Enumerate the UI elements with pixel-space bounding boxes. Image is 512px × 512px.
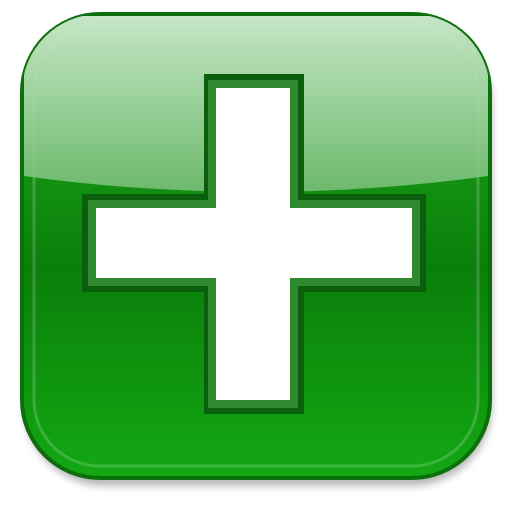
icon-stage bbox=[0, 0, 512, 512]
add-button[interactable] bbox=[0, 0, 512, 512]
